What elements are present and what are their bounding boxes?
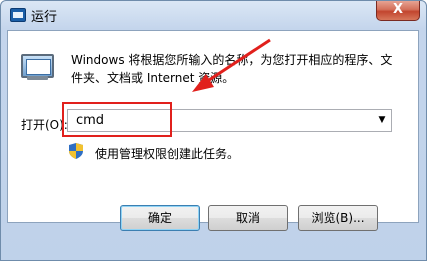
admin-privilege-note: 使用管理权限创建此任务。 bbox=[95, 147, 240, 161]
title-bar[interactable]: 运行 X bbox=[1, 1, 426, 31]
window-title: 运行 bbox=[31, 10, 58, 25]
run-app-icon bbox=[10, 8, 26, 22]
dropdown-arrow-icon[interactable]: ▼ bbox=[375, 113, 389, 128]
highlight-rectangle bbox=[62, 102, 172, 137]
cancel-button[interactable]: 取消 bbox=[208, 205, 288, 231]
ok-button[interactable]: 确定 bbox=[120, 205, 200, 231]
run-program-icon bbox=[21, 54, 54, 80]
open-field-label: 打开(O): bbox=[21, 118, 68, 132]
close-button[interactable]: X bbox=[376, 1, 420, 21]
uac-shield-icon bbox=[69, 143, 83, 159]
dialog-description: Windows 将根据您所输入的名称，为您打开相应的程序、文件夹、文档或 Int… bbox=[71, 53, 393, 85]
browse-button[interactable]: 浏览(B)... bbox=[298, 205, 378, 231]
